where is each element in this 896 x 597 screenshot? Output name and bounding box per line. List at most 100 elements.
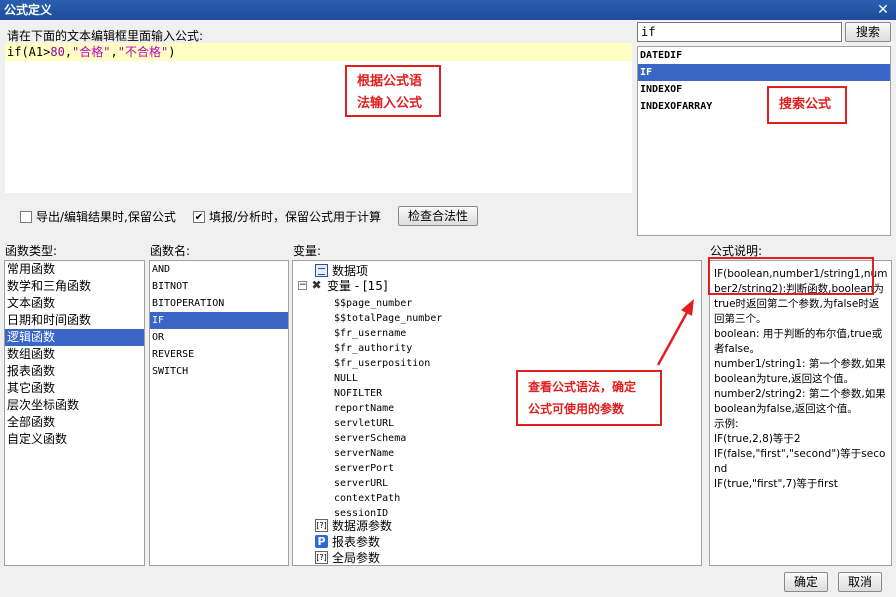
search-hint-callout: 搜索公式 [767,86,847,124]
variable-name: NOFILTER [334,388,383,399]
variable-icon: ✖ [311,278,322,292]
function-name-item[interactable]: OR [150,329,288,346]
function-type-item[interactable]: 常用函数 [5,261,144,278]
tree-item-data-item[interactable]: 数据项 [315,264,368,279]
tree-item-report-params[interactable]: P 报表参数 [315,535,380,550]
check-validity-button[interactable]: 检查合法性 [398,206,478,226]
function-types-header: 函数类型: [5,244,58,258]
search-result-item[interactable]: INDEXOF [638,81,890,98]
function-type-item[interactable]: 层次坐标函数 [5,397,144,414]
function-type-item[interactable]: 全部函数 [5,414,144,431]
code-string: "合格" [72,45,111,59]
variable-name: serverURL [334,478,389,489]
search-result-item[interactable]: INDEXOFARRAY [638,98,890,115]
function-name-item[interactable]: IF [150,312,288,329]
syntax-hint-callout: 查看公式语法，确定 公式可使用的参数 [516,370,662,426]
formula-editor[interactable]: if(A1>80,"合格","不合格") [5,43,632,193]
formula-line[interactable]: if(A1>80,"合格","不合格") [5,43,632,61]
variable-item[interactable]: serverSchema [334,430,406,445]
variables-header: 变量: [293,244,322,258]
variable-item[interactable]: contextPath [334,490,400,505]
variable-name: reportName [334,403,395,414]
function-type-item[interactable]: 文本函数 [5,295,144,312]
function-name-item[interactable]: BITOPERATION [150,295,288,312]
variable-item[interactable]: $$page_number [334,295,412,310]
tree-label: 报表参数 [332,535,381,549]
editor-prompt: 请在下面的文本编辑框里面输入公式: [7,29,204,43]
window-title: 公式定义 [4,3,53,17]
formula-description: IF(boolean,number1/string1,number2/strin… [709,260,892,566]
collapse-icon[interactable]: − [298,281,307,290]
function-name-item[interactable]: REVERSE [150,346,288,363]
code-separator: , [64,45,73,59]
search-button[interactable]: 搜索 [845,22,891,42]
variable-item[interactable]: $fr_userposition [334,355,430,370]
function-type-item[interactable]: 数组函数 [5,346,144,363]
function-type-item[interactable]: 其它函数 [5,380,144,397]
keep-on-fill-checkbox[interactable]: ✔ [193,210,205,223]
keep-on-fill-option[interactable]: ✔ 填报/分析时，保留公式用于计算 [193,208,381,225]
search-result-item[interactable]: DATEDIF [638,47,890,64]
variable-item[interactable]: reportName [334,400,394,415]
description-line: 示例: [714,418,739,430]
variable-name: $fr_username [334,328,407,339]
function-type-item[interactable]: 日期和时间函数 [5,312,144,329]
tree-label: 变量 - [15] [327,279,388,293]
function-type-item[interactable]: 自定义函数 [5,431,144,448]
function-name-item[interactable]: SWITCH [150,363,288,380]
search-results[interactable]: DATEDIF IF INDEXOF INDEXOFARRAY [638,47,890,115]
parameter-icon: [?] [315,519,328,532]
variable-item[interactable]: serverURL [334,475,388,490]
variable-item[interactable]: NOFILTER [334,385,382,400]
variable-name: serverSchema [334,433,407,444]
variable-item[interactable]: $fr_username [334,325,406,340]
function-names[interactable]: AND BITNOT BITOPERATION IF OR REVERSE SWITCH [150,261,288,380]
syntax-hint-line: 公式可使用的参数 [528,402,625,416]
tree-item-global-params[interactable]: [?] 全局参数 [315,551,381,565]
code-suffix: ) [168,45,176,59]
variable-name: $fr_authority [334,343,413,354]
function-types-list[interactable]: 常用函数 数学和三角函数 文本函数 日期和时间函数 逻辑函数 数组函数 报表函数 其它函数 层次… [4,260,145,566]
function-name-item[interactable]: BITNOT [150,278,288,295]
variable-name: NULL [334,373,359,384]
function-names-list[interactable]: AND BITNOT BITOPERATION IF OR REVERSE SWITCH [149,260,289,566]
variable-item[interactable]: $$totalPage_number [334,310,442,325]
input-hint-line: 法输入公式 [357,96,423,111]
ok-button[interactable]: 确定 [784,572,828,592]
description-line: number1/string1: 第一个参数,如果boolean为ture,返回… [714,358,886,385]
variable-name: serverPort [334,463,395,474]
description-line: boolean: 用于判断的布尔值,true或者false。 [714,328,883,355]
report-param-icon: P [315,535,328,548]
variable-item[interactable]: $fr_authority [334,340,412,355]
search-input[interactable]: if [637,22,842,42]
tree-label: 全局参数 [332,551,381,565]
function-type-item[interactable]: 逻辑函数 [5,329,144,346]
keep-on-export-checkbox[interactable] [20,210,32,223]
parameter-icon: [?] [315,551,328,564]
close-icon[interactable]: ✕ [874,2,892,18]
keep-on-export-label: 导出/编辑结果时,保留公式 [36,210,176,224]
code-string: "不合格" [117,45,169,59]
keep-on-export-option[interactable]: 导出/编辑结果时,保留公式 [20,208,176,225]
syntax-hint-line: 查看公式语法，确定 [528,380,637,394]
function-type-item[interactable]: 报表函数 [5,363,144,380]
pointer-arrow-icon [656,299,694,366]
tree-item-datasource-params[interactable]: [?] 数据源参数 [315,519,392,534]
search-result-item[interactable]: IF [638,64,890,81]
function-type-item[interactable]: 数学和三角函数 [5,278,144,295]
variable-item[interactable]: servletURL [334,415,394,430]
function-name-item[interactable]: AND [150,261,288,278]
search-results-list[interactable]: DATEDIF IF INDEXOF INDEXOFARRAY [637,46,891,236]
syntax-highlight-box [708,257,874,295]
variable-item[interactable]: serverName [334,445,394,460]
variable-name: $$totalPage_number [334,313,443,324]
cancel-button[interactable]: 取消 [838,572,882,592]
tree-item-variables[interactable]: − ✖ 变量 - [15] [298,279,388,294]
variable-item[interactable]: sessionID [334,505,388,520]
variable-name: servletURL [334,418,395,429]
code-separator: , [110,45,118,59]
variable-item[interactable]: serverPort [334,460,394,475]
function-types[interactable]: 常用函数 数学和三角函数 文本函数 日期和时间函数 逻辑函数 数组函数 报表函数 其它函数 层次… [5,261,144,448]
variable-item[interactable]: NULL [334,370,358,385]
code-number: 80 [50,45,65,59]
